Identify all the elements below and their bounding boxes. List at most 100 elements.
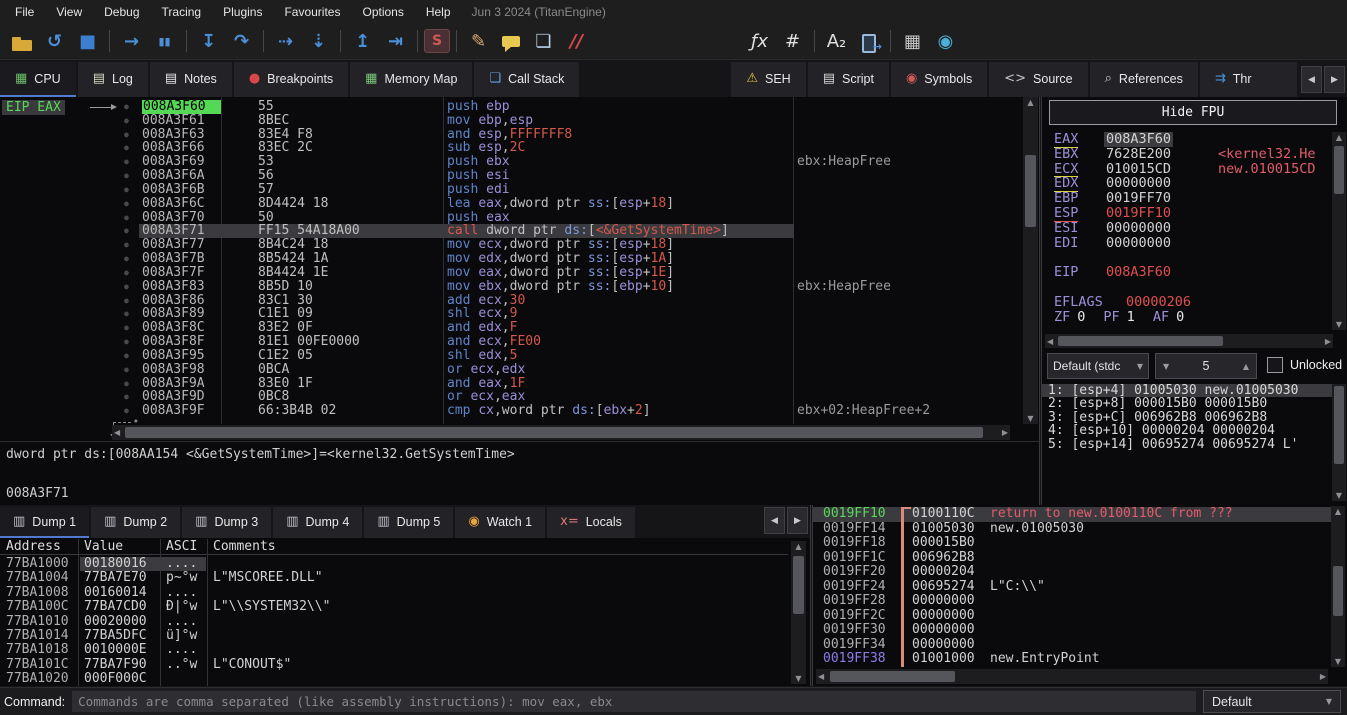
disasm-row[interactable]: ●008A3F8683C1 30add ecx,30 <box>0 294 1020 308</box>
globe-button[interactable]: ◉ <box>930 28 961 55</box>
tab-log[interactable]: ▤Log <box>78 62 148 97</box>
stack-row[interactable]: 0019FF2800000000 <box>813 594 1343 609</box>
breakpoint-dot[interactable]: ● <box>124 294 129 308</box>
argument-row[interactable]: 3: [esp+C] 006962B8 006962B8 <box>1042 411 1332 424</box>
argument-row[interactable]: 5: [esp+14] 00695274 00695274 L' <box>1042 438 1332 451</box>
run-button[interactable]: → <box>116 28 147 55</box>
registers-vertical-scrollbar[interactable]: ▲ ▼ <box>1332 132 1346 330</box>
arguments-vertical-scrollbar[interactable]: ▼ <box>1332 384 1346 501</box>
execute-till-return-button[interactable]: ↥ <box>347 28 378 55</box>
tab-call-stack[interactable]: ❏Call Stack <box>474 62 579 97</box>
scroll-up-icon[interactable]: ▲ <box>1332 133 1346 142</box>
unlocked-checkbox[interactable] <box>1267 357 1283 373</box>
step-over-button[interactable]: ↷ <box>226 28 257 55</box>
scroll-down-icon[interactable]: ▼ <box>1331 657 1345 666</box>
comment-button[interactable] <box>496 28 526 55</box>
disasm-row[interactable]: ●008A3F89C1E1 09shl ecx,9 <box>0 307 1020 321</box>
scroll-left-icon[interactable]: ◀ <box>1047 337 1053 346</box>
open-file-button[interactable] <box>7 28 37 55</box>
scrollbar-thumb[interactable] <box>830 671 955 682</box>
stack-vertical-scrollbar[interactable]: ▲ ▼ <box>1331 506 1345 667</box>
dump-row[interactable]: 77BA100000180016.... <box>0 557 788 571</box>
args-count-spinner[interactable]: ▼ 5 ▲ <box>1155 353 1257 379</box>
breakpoint-dot[interactable]: ● <box>124 238 129 252</box>
disasm-row[interactable]: ●008A3F6C8D4424 18lea eax,dword ptr ss:[… <box>0 197 1020 211</box>
argument-row[interactable]: 2: [esp+8] 000015B0 000015B0 <box>1042 397 1332 410</box>
dump-column-header[interactable]: Value <box>84 539 123 554</box>
assemble-button[interactable]: ✎ <box>463 28 494 55</box>
breakpoint-dot[interactable]: ● <box>124 128 129 142</box>
pause-button[interactable]: ▮▮ <box>149 28 180 55</box>
restart-button[interactable]: ↺ <box>39 28 70 55</box>
tab-memory-map[interactable]: ▦Memory Map <box>350 62 472 97</box>
stack-row[interactable]: 0019FF3801001000new.EntryPoint <box>813 652 1343 667</box>
registers-horizontal-scrollbar[interactable]: ◀ ▶ <box>1045 334 1333 348</box>
argument-row[interactable]: 1: [esp+4] 01005030 new.01005030 <box>1042 384 1332 397</box>
breakpoint-dot[interactable]: ● <box>124 335 129 349</box>
scroll-left-icon[interactable]: ◀ <box>114 428 120 437</box>
register-row[interactable]: EDI00000000 <box>1042 236 1334 251</box>
dump-row[interactable]: 77BA100800160014.... <box>0 586 788 600</box>
breakpoint-dot[interactable]: ● <box>124 183 129 197</box>
label-button[interactable]: ❏ <box>528 28 559 55</box>
tab-locals[interactable]: x=Locals <box>547 507 635 538</box>
breakpoint-dot[interactable]: ● <box>124 211 129 225</box>
register-row[interactable]: EFLAGS00000206 <box>1042 295 1334 310</box>
dump-vertical-scrollbar[interactable]: ▲ ▼ <box>791 541 806 684</box>
breakpoint-dot[interactable]: ● <box>124 321 129 335</box>
breakpoint-dot[interactable]: ● <box>124 155 129 169</box>
tab-cpu[interactable]: ▦CPU <box>0 62 76 97</box>
stack-row[interactable]: 0019FF2000000204 <box>813 565 1343 580</box>
disassembly-vertical-scrollbar[interactable]: ▲ ▼ <box>1023 97 1038 424</box>
scroll-right-icon[interactable]: ▶ <box>1325 337 1331 346</box>
disasm-row[interactable]: ●008A3F8C83E2 0Fand edx,F <box>0 321 1020 335</box>
disasm-row[interactable]: ●008A3F95C1E2 05shl edx,5 <box>0 349 1020 363</box>
bookmark-button[interactable]: // <box>561 28 592 55</box>
disasm-row[interactable]: ●008A3F9F66:3B4B 02cmp cx,word ptr ds:[e… <box>0 404 1020 418</box>
register-row[interactable]: ESI00000000 <box>1042 221 1334 236</box>
tab-scroll-right-button[interactable]: ▶ <box>787 507 808 534</box>
disasm-row[interactable]: ●008A3F838B5D 10mov ebx,dword ptr ss:[eb… <box>0 280 1020 294</box>
hide-fpu-button[interactable]: Hide FPU <box>1049 100 1337 125</box>
register-row[interactable]: EIP008A3F60 <box>1042 265 1334 280</box>
disasm-row[interactable]: ●008A3F980BCAor ecx,edx <box>0 363 1020 377</box>
spinner-down-icon[interactable]: ▼ <box>1163 362 1169 371</box>
stack-row[interactable]: 0019FF100100110Creturn to new.0100110C f… <box>813 507 1343 522</box>
tab-seh[interactable]: ⚠SEH <box>731 62 805 97</box>
stack-row[interactable]: 0019FF2C00000000 <box>813 609 1343 624</box>
menu-tracing[interactable]: Tracing <box>151 5 213 19</box>
disasm-row[interactable]: ●008A3F7050push eax <box>0 211 1020 225</box>
function-analysis-button[interactable]: ƒx <box>744 28 775 55</box>
register-row[interactable]: EDX00000000 <box>1042 176 1334 191</box>
breakpoint-dot[interactable]: ● <box>124 363 129 377</box>
register-row[interactable]: EBP0019FF70 <box>1042 191 1334 206</box>
disasm-row[interactable]: ●008A3F9A83E0 1Fand eax,1F <box>0 377 1020 391</box>
scroll-down-icon[interactable]: ▼ <box>1332 320 1346 329</box>
disasm-row[interactable]: ●008A3F6683EC 2Csub esp,2C <box>0 141 1020 155</box>
disasm-row[interactable]: ●008A3F8F81E1 00FE0000and ecx,FE00 <box>0 335 1020 349</box>
dump-row[interactable]: 77BA101C77BA7F90..°wL"CONOUT$" <box>0 658 788 672</box>
disasm-row[interactable]: ●008A3F7B8B5424 1Amov edx,dword ptr ss:[… <box>0 252 1020 266</box>
disasm-row[interactable]: ●008A3F71FF15 54A18A00call dword ptr ds:… <box>0 224 1020 238</box>
breakpoint-dot[interactable]: ● <box>124 280 129 294</box>
disasm-row[interactable]: ●008A3F9D0BC8or ecx,eax <box>0 390 1020 404</box>
breakpoint-dot[interactable]: ● <box>124 141 129 155</box>
tab-dump-5[interactable]: ▥Dump 5 <box>364 507 453 538</box>
breakpoint-dot[interactable]: ● <box>124 100 129 114</box>
spinner-up-icon[interactable]: ▲ <box>1243 362 1249 371</box>
scrollbar-thumb[interactable] <box>1025 155 1036 227</box>
menu-help[interactable]: Help <box>415 5 462 19</box>
scroll-right-icon[interactable]: ▶ <box>1320 672 1326 681</box>
breakpoint-dot[interactable]: ● <box>124 390 129 404</box>
breakpoint-dot[interactable]: ● <box>124 377 129 391</box>
tab-references[interactable]: ⌕References <box>1090 62 1198 97</box>
dump-row[interactable]: 77BA101477BA5DFCü]°w <box>0 629 788 643</box>
dump-row[interactable]: 77BA1020000F000C <box>0 672 788 686</box>
command-profile-select[interactable]: Default ▼ <box>1203 690 1341 713</box>
tab-threads[interactable]: ⇉Thr <box>1200 62 1297 97</box>
breakpoint-dot[interactable]: ● <box>124 266 129 280</box>
tab-dump-3[interactable]: ▥Dump 3 <box>182 507 271 538</box>
calling-convention-select[interactable]: Default (stdc ▼ <box>1047 353 1149 379</box>
scrollbar-thumb[interactable] <box>1334 146 1344 194</box>
disassembly-horizontal-scrollbar[interactable]: ◀ ▶ <box>112 425 1010 440</box>
